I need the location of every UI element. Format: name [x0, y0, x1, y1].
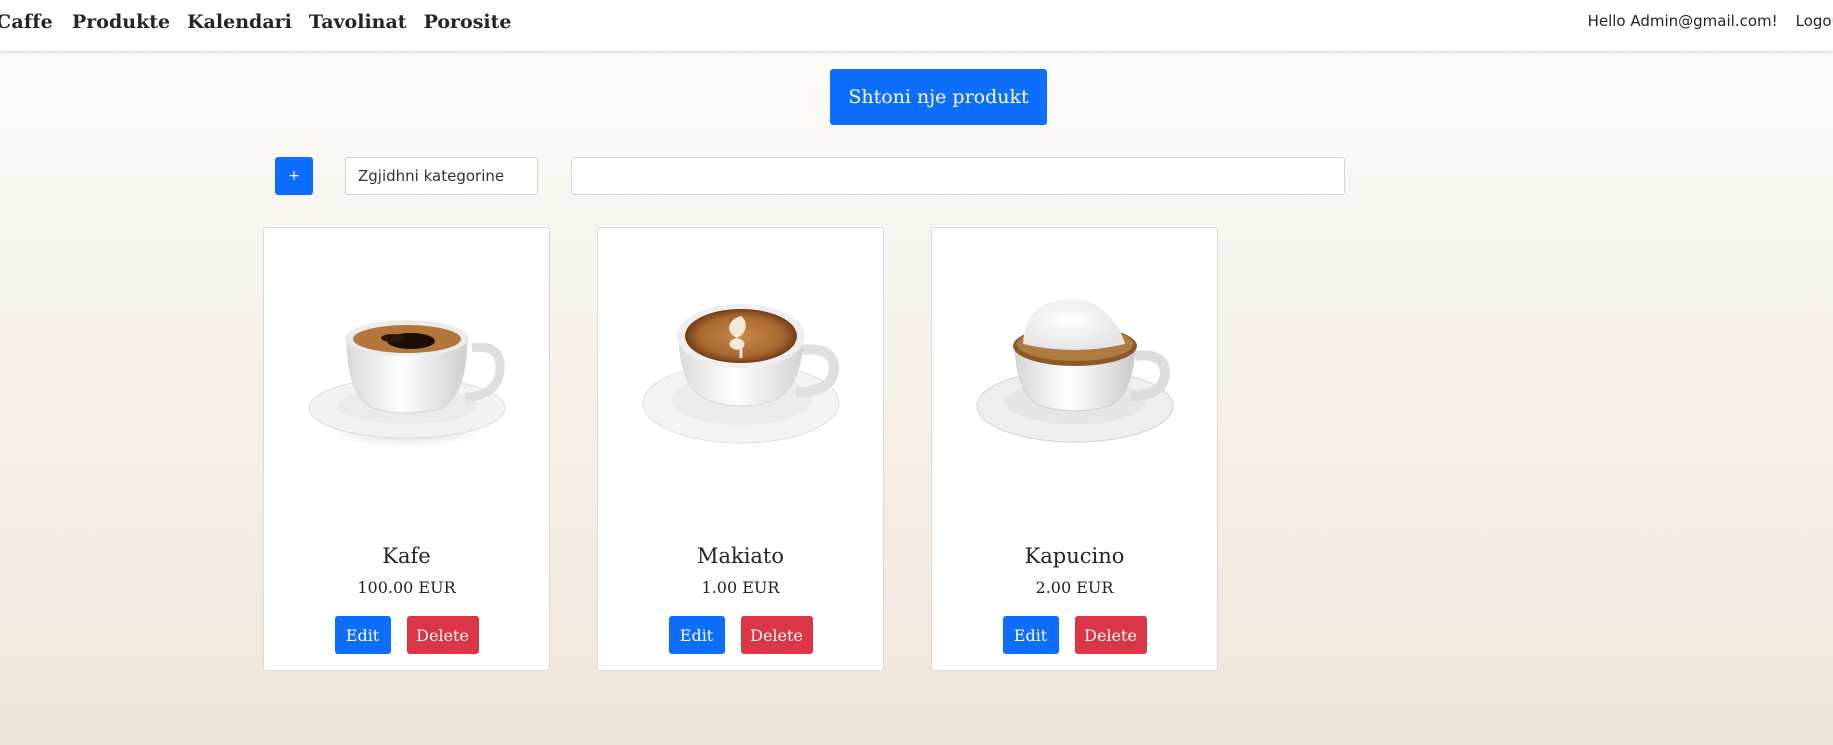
nav-link-produkte[interactable]: Produkte: [72, 11, 170, 33]
nav-link-kalendari[interactable]: Kalendari: [187, 11, 292, 33]
card-actions: Edit Delete: [264, 616, 549, 654]
edit-button[interactable]: Edit: [334, 616, 391, 654]
latte-art-cup-icon: [642, 304, 839, 444]
nav-link-tavolinat[interactable]: Tavolinat: [309, 11, 407, 33]
search-input[interactable]: [571, 157, 1345, 195]
product-name: Kapucino: [1024, 544, 1125, 568]
product-card: Kapucino 2.00 EUR Edit Delete: [931, 227, 1218, 671]
edit-button[interactable]: Edit: [668, 616, 725, 654]
logout-link[interactable]: Logout: [1796, 12, 1833, 30]
card-actions: Edit Delete: [598, 616, 883, 654]
delete-button[interactable]: Delete: [1074, 616, 1147, 654]
add-category-button[interactable]: +: [275, 157, 313, 195]
product-card: Kafe 100.00 EUR Edit Delete: [263, 227, 550, 671]
product-name: Makiato: [696, 544, 785, 568]
category-select[interactable]: Zgjidhni kategorine: [345, 157, 538, 195]
category-select-label: Zgjidhni kategorine: [358, 167, 505, 185]
product-price: 100.00 EUR: [357, 578, 456, 597]
delete-button[interactable]: Delete: [740, 616, 813, 654]
top-navbar: Caffe Produkte Kalendari Tavolinat Poros…: [0, 0, 1833, 52]
edit-button[interactable]: Edit: [1002, 616, 1059, 654]
brand-link[interactable]: Caffe: [0, 11, 53, 33]
cappuccino-foam-cup-icon: [976, 299, 1173, 443]
nav-link-porosite[interactable]: Porosite: [424, 11, 512, 33]
product-price: 1.00 EUR: [701, 578, 780, 597]
user-area: Hello Admin@gmail.com! Logout: [1588, 12, 1833, 30]
product-price: 2.00 EUR: [1035, 578, 1114, 597]
nav-links: Produkte Kalendari Tavolinat Porosite: [72, 11, 512, 33]
delete-button[interactable]: Delete: [406, 616, 479, 654]
user-greeting: Hello Admin@gmail.com!: [1587, 12, 1778, 30]
add-product-button[interactable]: Shtoni nje produkt: [830, 69, 1047, 125]
product-name: Kafe: [382, 544, 431, 568]
product-card: Makiato 1.00 EUR Edit Delete: [597, 227, 884, 671]
espresso-cup-icon: [308, 320, 505, 448]
card-actions: Edit Delete: [932, 616, 1217, 654]
